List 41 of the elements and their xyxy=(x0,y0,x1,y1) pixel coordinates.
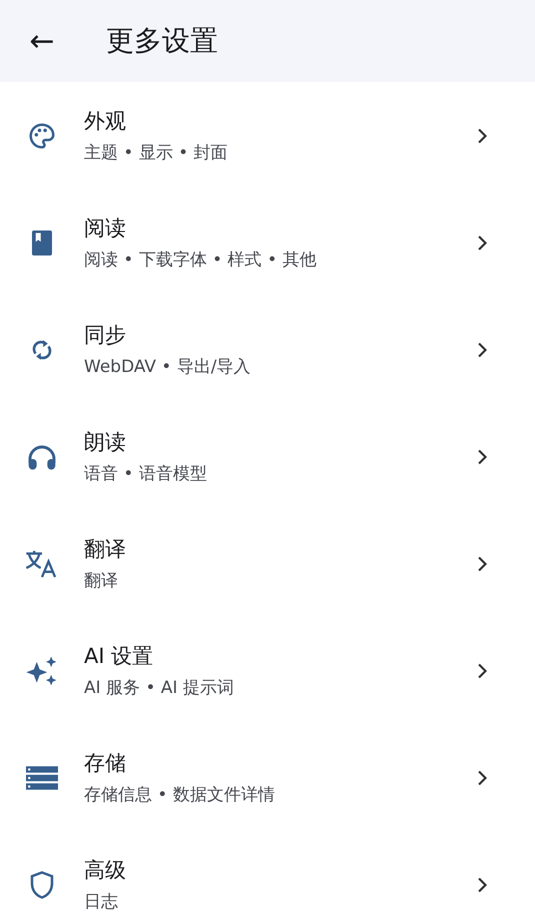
shield-icon xyxy=(29,870,55,900)
item-subtitle: 阅读 • 下载字体 • 样式 • 其他 xyxy=(84,249,318,271)
item-subtitle: 翻译 xyxy=(84,570,119,592)
settings-item[interactable]: 存储 存储信息 • 数据文件详情 xyxy=(0,724,535,831)
item-title: 同步 xyxy=(84,322,127,349)
settings-item[interactable]: AI 设置 AI 服务 • AI 提示词 xyxy=(0,617,535,724)
settings-item[interactable]: 阅读 阅读 • 下载字体 • 样式 • 其他 xyxy=(0,189,535,296)
item-subtitle: 主题 • 显示 • 封面 xyxy=(84,142,229,164)
item-title: AI 设置 xyxy=(84,643,154,670)
chevron-icon xyxy=(477,234,487,250)
back-button[interactable]: ← xyxy=(24,24,60,58)
book-icon xyxy=(29,228,55,258)
item-subtitle: 存储信息 • 数据文件详情 xyxy=(84,784,276,806)
settings-item[interactable]: 外观 主题 • 显示 • 封面 xyxy=(0,82,535,189)
item-title: 外观 xyxy=(84,108,127,135)
item-title: 翻译 xyxy=(84,536,127,563)
chevron-icon xyxy=(477,128,487,144)
item-title: 高级 xyxy=(84,857,127,884)
chevron-icon xyxy=(477,770,487,786)
settings-item[interactable]: 翻译 翻译 xyxy=(0,510,535,617)
item-title: 朗读 xyxy=(84,429,127,456)
chevron-icon xyxy=(477,662,487,678)
item-subtitle: 日志 xyxy=(84,891,119,913)
storage-icon xyxy=(26,764,58,790)
settings-item[interactable]: 高级 日志 xyxy=(0,831,535,915)
sparkles-icon xyxy=(25,654,59,686)
page-title: 更多设置 xyxy=(106,23,218,59)
chevron-icon xyxy=(477,448,487,464)
item-title: 存储 xyxy=(84,750,127,777)
headphones-icon xyxy=(26,442,58,470)
item-subtitle: WebDAV • 导出/导入 xyxy=(84,356,252,378)
translate-icon xyxy=(25,548,59,578)
chevron-icon xyxy=(477,342,487,358)
settings-item[interactable]: 同步 WebDAV • 导出/导入 xyxy=(0,296,535,403)
item-subtitle: AI 服务 • AI 提示词 xyxy=(84,677,235,699)
item-title: 阅读 xyxy=(84,215,127,242)
item-subtitle: 语音 • 语音模型 xyxy=(84,463,208,485)
settings-item[interactable]: 朗读 语音 • 语音模型 xyxy=(0,403,535,510)
palette-icon xyxy=(27,120,57,150)
chevron-icon xyxy=(477,556,487,572)
chevron-icon xyxy=(477,876,487,892)
